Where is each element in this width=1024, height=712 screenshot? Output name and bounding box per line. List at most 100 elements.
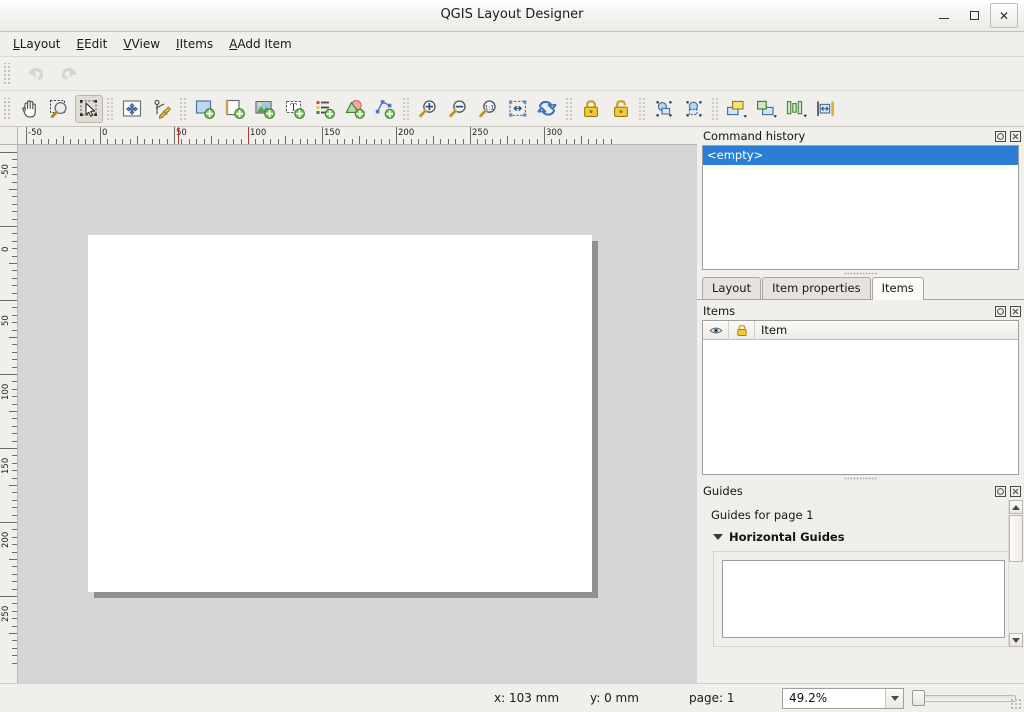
items-visibility-column[interactable] <box>703 321 729 340</box>
minimize-button[interactable] <box>930 3 958 28</box>
refresh-view-button[interactable] <box>534 95 562 123</box>
items-name-column[interactable]: Item <box>755 321 1018 340</box>
zoom-slider[interactable] <box>910 688 1018 708</box>
dock-splitter-2[interactable] <box>697 475 1024 482</box>
group-items-button[interactable] <box>650 95 678 123</box>
menu-edit[interactable]: EEdit <box>68 34 115 54</box>
guides-panel-float-button[interactable] <box>994 485 1007 498</box>
tab-items[interactable]: Items <box>871 277 924 300</box>
ruler-minor-tick <box>425 139 427 144</box>
toolbar-grip[interactable] <box>2 62 11 85</box>
ruler-minor-tick <box>33 139 35 144</box>
menu-items[interactable]: IItems <box>168 34 221 54</box>
ruler-minor-tick <box>581 136 582 144</box>
ruler-minor-tick <box>12 625 17 627</box>
edit-nodes-icon <box>154 99 171 119</box>
items-panel-close-button[interactable] <box>1009 305 1022 318</box>
guides-scrollbar[interactable] <box>1008 500 1023 647</box>
add-page-button[interactable] <box>221 95 249 123</box>
guides-panel-close-button[interactable] <box>1009 485 1022 498</box>
redo-icon <box>61 66 76 80</box>
ruler-minor-tick <box>92 139 94 144</box>
tab-item-properties[interactable]: Item properties <box>762 277 871 299</box>
zoom-full-icon <box>509 99 527 117</box>
menu-layout[interactable]: LLayout <box>5 34 68 54</box>
add-shape-button[interactable] <box>191 95 219 123</box>
items-lock-column[interactable] <box>729 321 755 340</box>
select-move-item-button[interactable] <box>75 94 103 123</box>
ruler-minor-tick <box>12 566 17 568</box>
ruler-minor-tick <box>447 139 449 144</box>
add-node-item-button[interactable] <box>371 95 399 123</box>
ruler-major-tick <box>0 226 17 227</box>
guides-scroll-down-button[interactable] <box>1009 633 1023 647</box>
pan-hand-icon <box>22 99 36 118</box>
unlock-items-button[interactable] <box>607 95 635 123</box>
window-resize-grip[interactable] <box>1010 698 1022 710</box>
ruler-minor-tick <box>12 477 17 479</box>
refresh-icon <box>537 100 557 116</box>
menu-view[interactable]: VView <box>115 34 168 54</box>
horizontal-guides-section-header[interactable]: Horizontal Guides <box>705 528 1020 548</box>
ungroup-items-button[interactable] <box>680 95 708 123</box>
ruler-minor-tick <box>558 139 560 144</box>
dock-splitter[interactable] <box>697 270 1024 277</box>
ruler-minor-tick <box>12 159 17 161</box>
ruler-minor-tick <box>9 485 17 486</box>
ruler-major-tick <box>0 152 17 153</box>
undo-button[interactable] <box>22 60 50 88</box>
ruler-minor-tick <box>529 139 531 144</box>
zoom-in-button[interactable] <box>414 95 442 123</box>
ruler-label: 100 <box>1 383 11 400</box>
guides-scroll-thumb[interactable] <box>1009 515 1023 562</box>
menu-add-item[interactable]: AAdd Item <box>221 34 300 54</box>
ruler-minor-tick <box>477 139 479 144</box>
zoom-level-combobox[interactable]: 49.2% <box>782 687 904 709</box>
zoom-tool-button[interactable] <box>45 95 73 123</box>
ruler-minor-tick <box>12 514 17 516</box>
items-list[interactable]: Item <box>702 320 1019 475</box>
close-button[interactable]: ✕ <box>990 3 1018 28</box>
command-history-float-button[interactable] <box>994 130 1007 143</box>
layout-canvas-area[interactable]: -50 0 50 100 150 200 250 300 -50 0 50 100 150 200 250 <box>0 127 697 683</box>
main-toolbar-grip[interactable] <box>2 97 11 120</box>
zoom-actual-button[interactable]: 1:1 <box>474 95 502 123</box>
align-items-button[interactable] <box>783 95 811 123</box>
layout-page[interactable] <box>88 235 592 592</box>
ruler-minor-tick <box>12 381 17 383</box>
edit-nodes-button[interactable] <box>148 95 176 123</box>
lower-items-button[interactable] <box>753 95 781 123</box>
items-panel-float-button[interactable] <box>994 305 1007 318</box>
ruler-minor-tick <box>137 136 138 144</box>
add-scalebar-button[interactable] <box>341 95 369 123</box>
pan-layout-button[interactable] <box>15 95 43 123</box>
tab-layout[interactable]: Layout <box>702 277 762 299</box>
horizontal-guides-list[interactable] <box>722 560 1005 638</box>
lock-items-button[interactable] <box>577 95 605 123</box>
menu-view-label: View <box>131 37 161 51</box>
zoom-full-button[interactable] <box>504 95 532 123</box>
distribute-items-button[interactable] <box>813 95 841 123</box>
guides-scroll-up-button[interactable] <box>1009 500 1023 514</box>
add-legend-button[interactable] <box>311 95 339 123</box>
ruler-label: -50 <box>1 164 11 178</box>
zoom-slider-handle[interactable] <box>912 690 925 706</box>
ruler-minor-tick <box>12 455 17 457</box>
zoom-level-dropdown-button[interactable] <box>885 688 903 708</box>
command-history-entry[interactable]: <empty> <box>703 146 1018 165</box>
dock-tab-row: Layout Item properties Items <box>697 277 1024 300</box>
zoom-out-button[interactable] <box>444 95 472 123</box>
ruler-minor-tick <box>12 307 17 309</box>
ruler-minor-tick <box>514 139 516 144</box>
raise-items-button[interactable] <box>723 95 751 123</box>
command-history-close-button[interactable] <box>1009 130 1022 143</box>
redo-button[interactable] <box>55 60 83 88</box>
maximize-button[interactable] <box>960 3 988 28</box>
ruler-minor-tick <box>603 139 605 144</box>
ruler-major-tick <box>396 127 397 144</box>
move-item-content-button[interactable] <box>118 95 146 123</box>
ruler-minor-tick <box>12 499 17 501</box>
add-map-button[interactable] <box>251 95 279 123</box>
command-history-list[interactable]: <empty> <box>702 145 1019 270</box>
add-label-button[interactable]: T <box>281 95 309 123</box>
